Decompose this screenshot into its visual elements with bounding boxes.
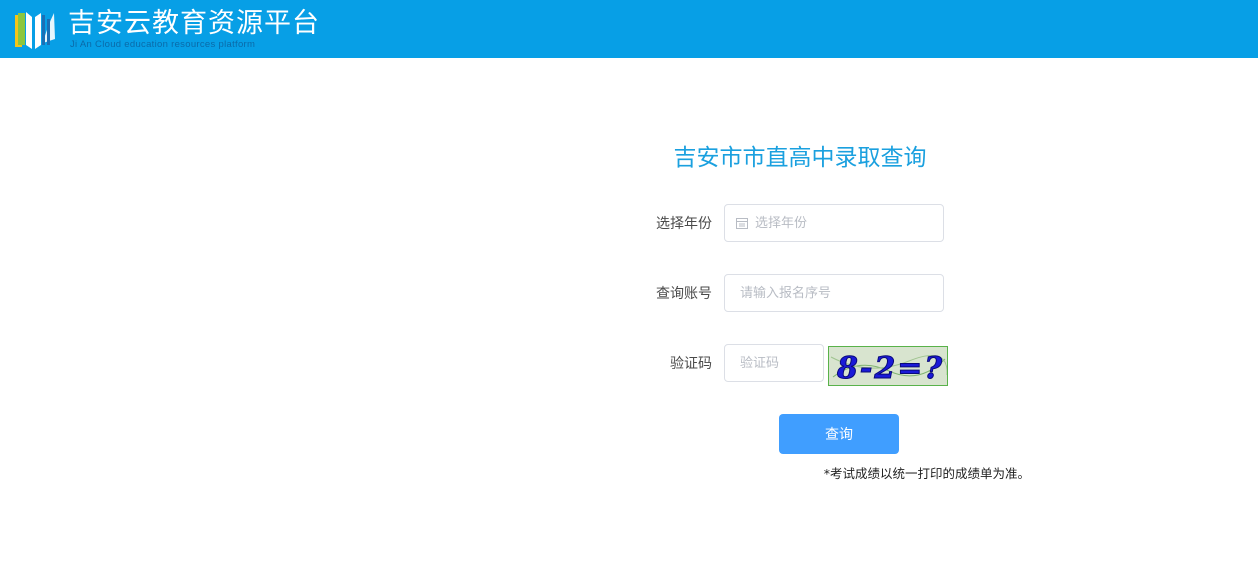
book-logo-icon — [15, 12, 55, 49]
calendar-icon — [736, 218, 748, 229]
query-button[interactable]: 查询 — [779, 414, 899, 454]
year-picker[interactable] — [724, 204, 944, 242]
year-label: 选择年份 — [656, 216, 712, 232]
captcha-field[interactable] — [724, 344, 824, 382]
top-header: 吉安云教育资源平台 Ji An Cloud education resource… — [0, 0, 1258, 58]
year-input[interactable] — [725, 205, 943, 241]
captcha-label: 验证码 — [670, 356, 712, 372]
account-field[interactable] — [724, 274, 944, 312]
brand-title: 吉安云教育资源平台 — [68, 8, 320, 39]
brand-subtitle: Ji An Cloud education resources platform — [70, 39, 256, 50]
captcha-text: 8-2=? — [836, 351, 944, 385]
disclaimer-note: *考试成绩以统一打印的成绩单为准。 — [823, 466, 1030, 481]
account-label: 查询账号 — [656, 286, 712, 302]
captcha-image[interactable]: 8-2=? — [828, 346, 948, 386]
captcha-input[interactable] — [725, 345, 823, 381]
captcha-graphic: 8-2=? — [829, 347, 947, 385]
page-title: 吉安市市直高中录取查询 — [673, 145, 927, 171]
account-input[interactable] — [725, 275, 943, 311]
